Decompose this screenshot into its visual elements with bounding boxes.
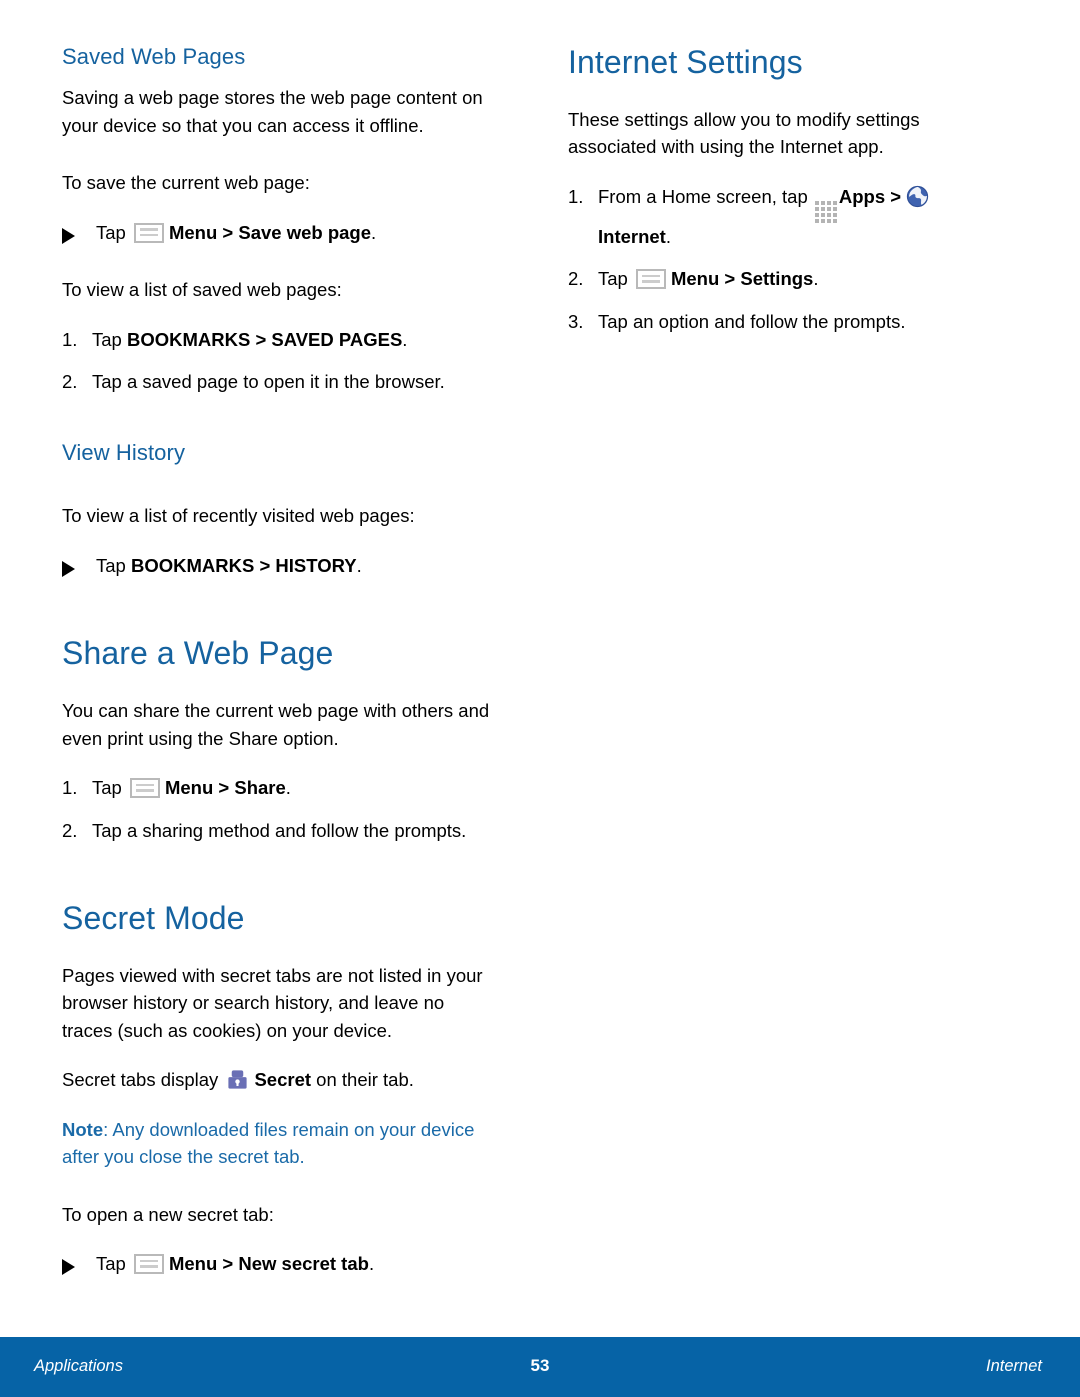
step-suffix-text: .	[402, 328, 408, 350]
bullet-bold-text: BOOKMARKS > HISTORY	[130, 554, 357, 576]
manual-page: Saved Web Pages Saving a web page stores…	[0, 0, 1080, 1397]
step-bold-text: BOOKMARKS > SAVED PAGES	[126, 328, 403, 350]
step-prefix-text: Tap	[92, 328, 122, 350]
paragraph-saved-web-pages-intro: Saving a web page stores the web page co…	[62, 87, 483, 136]
triangle-bullet-icon	[62, 552, 96, 580]
menu-icon	[133, 1254, 164, 1275]
two-column-layout: Saved Web Pages Saving a web page stores…	[0, 44, 1080, 1278]
bullet-prefix-text: Tap	[96, 221, 126, 243]
bullet-bold-text: Menu > New secret tab	[168, 1253, 369, 1275]
step-prefix-text: Tap	[92, 777, 122, 799]
note-downloaded-files: Note: Any downloaded files remain on you…	[62, 1116, 490, 1171]
bullet-suffix-text: .	[368, 1253, 375, 1275]
secret-display-bold: Secret	[254, 1069, 312, 1091]
menu-icon	[635, 269, 666, 290]
bullet-tap-menu-save-web-page: Tap Menu > Save web page.	[62, 219, 490, 247]
right-column: Internet Settings These settings allow y…	[500, 44, 1000, 1278]
bullet-content: Tap Menu > New secret tab.	[96, 1250, 490, 1278]
footer-page-number: 53	[530, 1356, 550, 1375]
lock-icon	[228, 1070, 248, 1089]
step-content: Tap a sharing method and follow the prom…	[92, 819, 467, 841]
step-content: Tap an option and follow the prompts.	[598, 310, 906, 332]
list-marker-number: 1.	[62, 777, 78, 799]
step-content: From a Home screen, tap Apps > Internet.	[598, 183, 990, 251]
paragraph-internet-settings-intro: These settings allow you to modify setti…	[568, 108, 920, 158]
paragraph-secret-tabs-display: Secret tabs display Secret on their tab.	[62, 1066, 490, 1094]
step-content: Tap BOOKMARKS > SAVED PAGES.	[92, 326, 490, 354]
lead-save-current-page: To save the current web page:	[62, 172, 310, 194]
step-prefix-text: Tap	[598, 268, 628, 290]
lead-view-recent-pages: To view a list of recently visited web p…	[62, 505, 415, 527]
menu-icon	[129, 778, 160, 799]
step-content: Tap Menu > Settings.	[598, 265, 990, 293]
heading-saved-web-pages: Saved Web Pages	[62, 44, 246, 69]
heading-share-a-web-page: Share a Web Page	[62, 635, 334, 672]
list-item-step-tap-option-prompts: 3. Tap an option and follow the prompts.	[568, 308, 990, 336]
bullet-prefix-text: Tap	[96, 1253, 126, 1275]
triangle-bullet-icon	[62, 219, 96, 247]
list-item-step-open-saved-page: 2. Tap a saved page to open it in the br…	[62, 368, 490, 396]
section-view-history: View History To view a list of recently …	[62, 440, 490, 579]
left-column: Saved Web Pages Saving a web page stores…	[0, 44, 500, 1278]
list-marker-number: 3.	[568, 310, 584, 332]
note-label: Note	[62, 1118, 104, 1140]
step-separator-arrow: >	[890, 185, 902, 207]
lead-view-saved-pages: To view a list of saved web pages:	[62, 279, 342, 301]
section-internet-settings: Internet Settings These settings allow y…	[568, 44, 990, 335]
apps-grid-icon	[814, 200, 837, 223]
step-bold-text: Menu > Settings	[670, 268, 814, 290]
bullet-suffix-text: .	[356, 554, 362, 576]
step-prefix-text: From a Home screen, tap	[598, 185, 808, 207]
bullet-tap-bookmarks-history: Tap BOOKMARKS > HISTORY.	[62, 552, 490, 580]
step-suffix-text: .	[813, 268, 819, 290]
heading-view-history: View History	[62, 439, 186, 465]
paragraph-secret-mode-intro: Pages viewed with secret tabs are not li…	[62, 964, 483, 1041]
menu-icon	[133, 222, 164, 243]
triangle-bullet-icon	[62, 1250, 96, 1278]
list-item-step-bookmarks-saved-pages: 1. Tap BOOKMARKS > SAVED PAGES.	[62, 326, 490, 354]
section-secret-mode: Secret Mode Pages viewed with secret tab…	[62, 900, 490, 1278]
step-bold-text: Menu > Share	[164, 777, 286, 799]
globe-icon	[907, 185, 929, 207]
list-marker-number: 2.	[62, 819, 78, 841]
section-saved-web-pages: Saved Web Pages Saving a web page stores…	[62, 44, 490, 396]
step-suffix-text: .	[665, 225, 671, 247]
list-item-step-home-screen-apps-internet: 1. From a Home screen, tap Apps > Intern…	[568, 183, 990, 251]
secret-display-suffix: on their tab.	[316, 1069, 414, 1091]
heading-secret-mode: Secret Mode	[62, 900, 245, 937]
bullet-suffix-text: .	[371, 221, 377, 243]
lead-open-new-secret-tab: To open a new secret tab:	[62, 1203, 274, 1225]
secret-display-prefix: Secret tabs display	[62, 1069, 219, 1091]
heading-internet-settings: Internet Settings	[568, 44, 803, 80]
list-item-step-tap-menu-share: 1. Tap Menu > Share.	[62, 774, 490, 802]
bullet-content: Tap BOOKMARKS > HISTORY.	[96, 552, 490, 580]
bullet-content: Tap Menu > Save web page.	[96, 219, 490, 247]
step-bold-apps: Apps	[838, 185, 886, 207]
bullet-tap-menu-new-secret-tab: Tap Menu > New secret tab.	[62, 1250, 490, 1278]
step-suffix-text: .	[285, 777, 291, 799]
footer-topic-label: Internet	[986, 1357, 1042, 1375]
list-marker-number: 1.	[568, 185, 584, 207]
section-share-a-web-page: Share a Web Page You can share the curre…	[62, 635, 490, 844]
step-content: Tap a saved page to open it in the brows…	[92, 371, 445, 393]
list-item-step-sharing-method: 2. Tap a sharing method and follow the p…	[62, 817, 490, 845]
step-content: Tap Menu > Share.	[92, 774, 490, 802]
bullet-bold-text: Menu > Save web page	[168, 221, 371, 243]
bullet-prefix-text: Tap	[96, 554, 126, 576]
page-footer: Applications 53 Internet	[0, 1337, 1080, 1397]
paragraph-share-intro: You can share the current web page with …	[62, 700, 490, 749]
list-item-step-tap-menu-settings: 2. Tap Menu > Settings.	[568, 265, 990, 293]
list-marker-number: 2.	[62, 371, 78, 393]
list-marker-number: 1.	[62, 328, 78, 350]
note-body: : Any downloaded files remain on your de…	[62, 1118, 475, 1168]
list-marker-number: 2.	[568, 268, 584, 290]
step-bold-internet: Internet	[598, 225, 666, 247]
